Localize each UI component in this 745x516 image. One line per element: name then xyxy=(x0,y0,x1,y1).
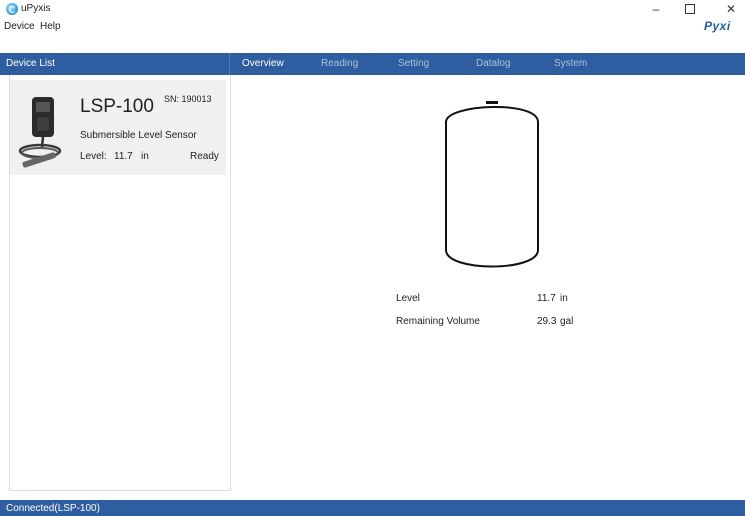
device-level-label: Level: xyxy=(80,151,107,162)
overview-volume-unit: gal xyxy=(560,316,574,327)
tab-datalog[interactable]: Datalog xyxy=(476,58,510,69)
overview-level-label: Level xyxy=(396,293,420,304)
device-level-unit: in xyxy=(141,151,149,162)
tank-illustration xyxy=(445,101,539,268)
device-level-value: 11.7 xyxy=(114,151,133,162)
device-model: LSP-100 xyxy=(80,96,154,117)
header-divider xyxy=(229,53,230,75)
tab-reading[interactable]: Reading xyxy=(321,58,358,69)
maximize-button[interactable] xyxy=(680,2,700,16)
menu-help[interactable]: Help xyxy=(40,21,61,32)
status-bar xyxy=(0,500,745,516)
tab-overview[interactable]: Overview xyxy=(242,58,284,69)
device-serial-number: SN: 190013 xyxy=(164,94,212,104)
menu-bar: Device Help xyxy=(0,18,745,36)
device-description: Submersible Level Sensor xyxy=(80,130,197,141)
pyxis-brand-logo: Pyxi xyxy=(704,19,731,33)
connection-status: Connected(LSP-100) xyxy=(6,503,100,514)
tab-system[interactable]: System xyxy=(554,58,587,69)
close-button[interactable]: ✕ xyxy=(721,2,741,16)
app-logo-icon xyxy=(6,3,18,15)
title-bar: uPyxis – ✕ xyxy=(0,0,745,18)
overview-level-value: 11.7 xyxy=(537,293,556,304)
menu-device[interactable]: Device xyxy=(4,21,35,32)
overview-volume-value: 29.3 xyxy=(537,316,557,327)
device-list-header: Device List xyxy=(6,58,55,69)
sensor-device-image xyxy=(18,97,62,168)
maximize-icon xyxy=(685,4,695,14)
header-bar xyxy=(0,53,745,75)
overview-volume-label: Remaining Volume xyxy=(396,316,480,327)
overview-level-unit: in xyxy=(560,293,568,304)
window-title: uPyxis xyxy=(21,3,51,14)
tab-setting[interactable]: Setting xyxy=(398,58,429,69)
minimize-button[interactable]: – xyxy=(646,2,666,16)
device-status: Ready xyxy=(190,151,219,162)
